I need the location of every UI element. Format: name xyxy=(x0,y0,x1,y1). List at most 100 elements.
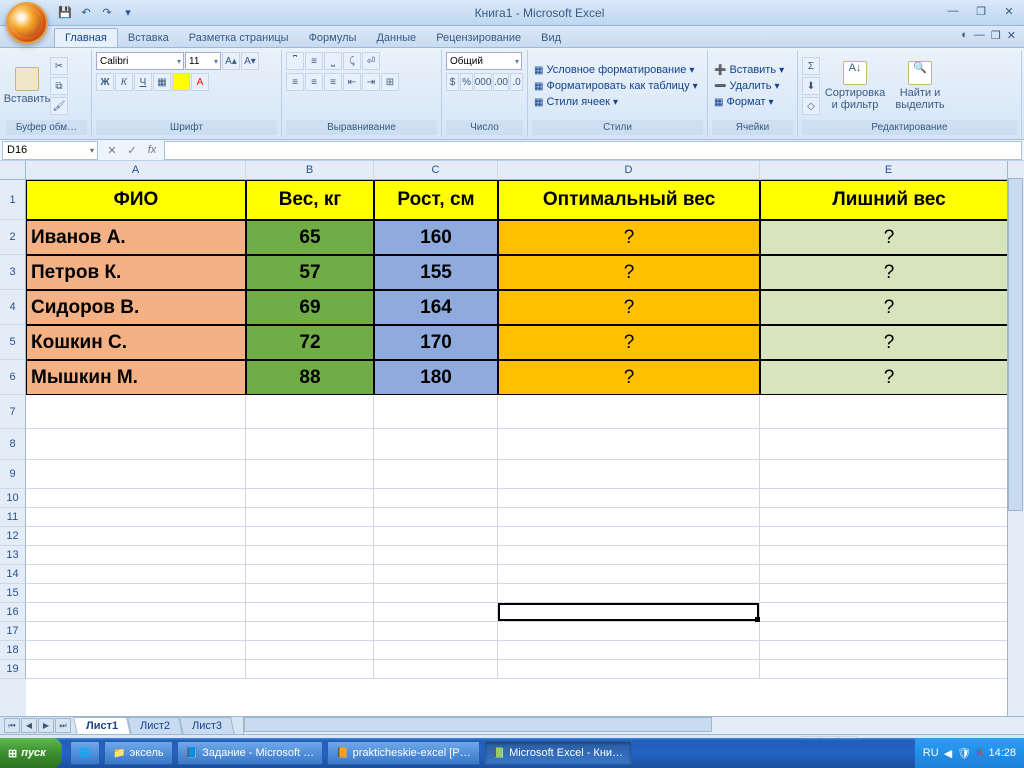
bold-button[interactable]: Ж xyxy=(96,73,114,91)
cell[interactable]: ? xyxy=(760,360,1018,395)
row-header[interactable]: 13 xyxy=(0,546,26,565)
format-painter-button[interactable]: 🖌 xyxy=(50,97,68,115)
delete-cells-button[interactable]: ➖ Удалить ▾ xyxy=(712,79,793,93)
tab-view[interactable]: Вид xyxy=(531,29,571,47)
cell[interactable]: ? xyxy=(760,220,1018,255)
font-name-combo[interactable]: Calibri xyxy=(96,52,184,70)
find-select-button[interactable]: 🔍 Найти и выделить xyxy=(890,52,950,120)
cell[interactable] xyxy=(26,508,246,527)
row-header[interactable]: 17 xyxy=(0,622,26,641)
cell[interactable]: Кошкин С. xyxy=(26,325,246,360)
cell[interactable] xyxy=(246,584,374,603)
cell[interactable]: Иванов А. xyxy=(26,220,246,255)
cell[interactable] xyxy=(760,565,1018,584)
copy-button[interactable]: ⧉ xyxy=(50,77,68,95)
cell[interactable] xyxy=(26,489,246,508)
taskbar-item[interactable]: 📁 эксель xyxy=(104,741,172,765)
borders-button[interactable]: ▦ xyxy=(153,73,171,91)
cell[interactable]: Сидоров В. xyxy=(26,290,246,325)
cell[interactable] xyxy=(760,603,1018,622)
cell[interactable]: Рост, см xyxy=(374,180,498,220)
row-header[interactable]: 1 xyxy=(0,180,26,220)
format-table-button[interactable]: ▦ Форматировать как таблицу ▾ xyxy=(532,79,703,93)
fx-icon[interactable]: fx xyxy=(143,141,161,159)
sheet-next-button[interactable]: ▶ xyxy=(38,718,54,733)
office-button[interactable] xyxy=(6,2,48,44)
cell[interactable] xyxy=(760,527,1018,546)
align-bottom-button[interactable]: ⎵ xyxy=(324,52,342,70)
row-header[interactable]: 7 xyxy=(0,395,26,429)
save-icon[interactable]: 💾 xyxy=(56,4,74,22)
cell[interactable] xyxy=(26,527,246,546)
sheet-prev-button[interactable]: ◀ xyxy=(21,718,37,733)
tray-icon[interactable]: ◀ xyxy=(944,747,952,760)
cell[interactable]: 88 xyxy=(246,360,374,395)
cell[interactable]: 69 xyxy=(246,290,374,325)
row-header[interactable]: 9 xyxy=(0,460,26,489)
cell[interactable]: Оптимальный вес xyxy=(498,180,760,220)
doc-restore-icon[interactable]: ❐ xyxy=(991,29,1001,42)
cell[interactable] xyxy=(498,460,760,489)
tab-layout[interactable]: Разметка страницы xyxy=(179,29,299,47)
insert-cells-button[interactable]: ➕ Вставить ▾ xyxy=(712,63,793,77)
percent-button[interactable]: % xyxy=(460,73,473,91)
cell[interactable] xyxy=(498,622,760,641)
cut-button[interactable]: ✂ xyxy=(50,57,68,75)
cell[interactable] xyxy=(760,584,1018,603)
cell[interactable]: 65 xyxy=(246,220,374,255)
dec-decimal-button[interactable]: .0 xyxy=(510,73,523,91)
font-size-combo[interactable]: 11 xyxy=(185,52,221,70)
cell[interactable] xyxy=(374,603,498,622)
wrap-text-button[interactable]: ⏎ xyxy=(362,52,380,70)
cell[interactable] xyxy=(246,660,374,679)
cell[interactable]: 155 xyxy=(374,255,498,290)
cell[interactable]: ? xyxy=(760,255,1018,290)
cell[interactable] xyxy=(26,603,246,622)
cell[interactable]: ФИО xyxy=(26,180,246,220)
cell[interactable] xyxy=(246,508,374,527)
cell[interactable]: 180 xyxy=(374,360,498,395)
conditional-format-button[interactable]: ▦ Условное форматирование ▾ xyxy=(532,63,703,77)
row-header[interactable]: 14 xyxy=(0,565,26,584)
fx-cancel-icon[interactable]: ✕ xyxy=(103,141,121,159)
cell[interactable] xyxy=(26,546,246,565)
row-header[interactable]: 2 xyxy=(0,220,26,255)
format-cells-button[interactable]: ▦ Формат ▾ xyxy=(712,95,793,109)
cell[interactable] xyxy=(498,584,760,603)
cell[interactable] xyxy=(498,565,760,584)
cell[interactable] xyxy=(498,429,760,460)
taskbar-item[interactable]: 🌐 xyxy=(70,741,100,765)
row-header[interactable]: 11 xyxy=(0,508,26,527)
cell[interactable] xyxy=(246,546,374,565)
scrollbar-thumb[interactable] xyxy=(244,717,712,732)
row-header[interactable]: 15 xyxy=(0,584,26,603)
cell[interactable]: 72 xyxy=(246,325,374,360)
name-box[interactable]: D16 xyxy=(2,141,98,160)
row-header[interactable]: 16 xyxy=(0,603,26,622)
tab-insert[interactable]: Вставка xyxy=(118,29,179,47)
row-header[interactable]: 5 xyxy=(0,325,26,360)
col-header[interactable]: E xyxy=(760,161,1018,180)
fx-confirm-icon[interactable]: ✓ xyxy=(123,141,141,159)
cell[interactable] xyxy=(246,622,374,641)
cell[interactable] xyxy=(374,584,498,603)
cell[interactable] xyxy=(760,641,1018,660)
cell[interactable]: 160 xyxy=(374,220,498,255)
cell[interactable] xyxy=(498,395,760,429)
row-header[interactable]: 6 xyxy=(0,360,26,395)
align-middle-button[interactable]: ≡ xyxy=(305,52,323,70)
cell[interactable] xyxy=(26,565,246,584)
cell[interactable] xyxy=(246,527,374,546)
cell[interactable] xyxy=(246,489,374,508)
cell[interactable] xyxy=(246,641,374,660)
cell[interactable]: ? xyxy=(760,325,1018,360)
cell[interactable] xyxy=(498,546,760,565)
sheet-last-button[interactable]: ⏭ xyxy=(55,718,71,733)
cell[interactable] xyxy=(498,603,760,622)
cell[interactable] xyxy=(374,460,498,489)
grow-font-button[interactable]: A▴ xyxy=(222,52,240,70)
minimize-button[interactable]: — xyxy=(942,5,964,21)
cell[interactable] xyxy=(760,489,1018,508)
cell[interactable]: ? xyxy=(760,290,1018,325)
cell[interactable]: 57 xyxy=(246,255,374,290)
